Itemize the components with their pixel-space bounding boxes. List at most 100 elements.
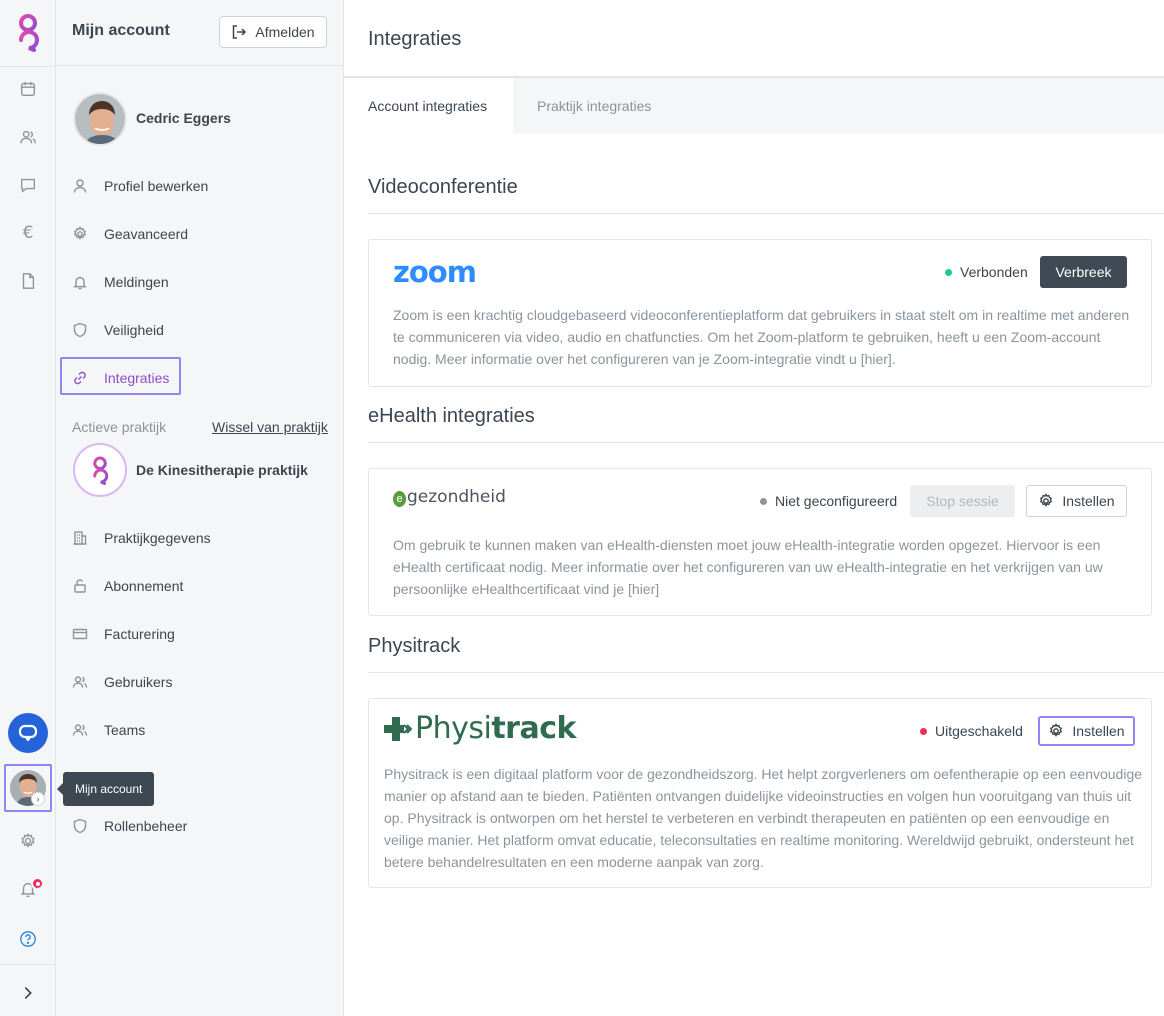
tab-label: Praktijk integraties (537, 98, 652, 114)
nav-teams[interactable]: Teams (72, 718, 145, 742)
stop-session-button[interactable]: Stop sessie (910, 485, 1015, 517)
tab-bar: Account integraties Praktijk integraties (344, 78, 1164, 134)
nav-profiel-bewerken[interactable]: Profiel bewerken (72, 174, 208, 198)
practice-logo-icon (73, 443, 127, 497)
egezondheid-settings-button[interactable]: Instellen (1026, 485, 1127, 517)
physitrack-card: Physi track Uitgeschakeld Instellen Phys… (368, 698, 1152, 888)
nav-praktijkgegevens[interactable]: Praktijkgegevens (72, 526, 211, 550)
nav-label: Profiel bewerken (104, 178, 209, 194)
messages-icon[interactable] (18, 175, 38, 195)
zoom-description: Zoom is een krachtig cloudgebaseerd vide… (393, 307, 1130, 367)
zoom-status: Verbonden (945, 262, 1028, 282)
status-dot (760, 497, 767, 505)
rail-divider (0, 66, 56, 67)
egezondheid-logo-e: e (393, 491, 406, 507)
section-title-ehealth: eHealth integraties (368, 405, 535, 427)
nav-meldingen[interactable]: Meldingen (72, 270, 169, 294)
logout-icon (233, 25, 247, 39)
egezondheid-logo-text: gezondheid (407, 487, 506, 507)
app-logo-icon[interactable] (12, 12, 44, 52)
physitrack-description: Physitrack is een digitaal platform voor… (384, 766, 1143, 870)
practice-name: De Kinesitherapie praktijk (136, 462, 308, 478)
sidebar-header: Mijn account Afmelden (56, 0, 344, 66)
main-content: Integraties Account integraties Praktijk… (344, 0, 1164, 1016)
bell-icon (72, 274, 88, 290)
status-dot (920, 727, 927, 735)
nav-rollenbeheer[interactable]: Rollenbeheer (72, 814, 187, 838)
rail-divider (0, 964, 56, 965)
nav-label: Rollenbeheer (104, 818, 188, 834)
physitrack-settings-button[interactable]: Instellen (1038, 716, 1135, 746)
physitrack-logo-part1: Physi (415, 711, 492, 746)
notification-badge (31, 877, 44, 890)
tab-account-integraties[interactable]: Account integraties (344, 78, 513, 134)
gear-icon (1040, 493, 1053, 507)
physitrack-status-label: Uitgeschakeld (935, 723, 1023, 739)
user-icon (72, 178, 88, 194)
gear-icon (1050, 723, 1063, 737)
egezondheid-description: Om gebruik te kunnen maken van eHealth-d… (393, 537, 1103, 597)
calendar-icon[interactable] (18, 79, 38, 99)
physitrack-status: Uitgeschakeld (920, 721, 1023, 741)
logout-button[interactable]: Afmelden (219, 16, 327, 48)
tab-praktijk-integraties[interactable]: Praktijk integraties (513, 78, 675, 134)
expand-chevron-icon[interactable] (18, 983, 38, 1003)
disconnect-button[interactable]: Verbreek (1040, 256, 1127, 288)
profile-avatar[interactable] (73, 92, 127, 146)
egezondheid-logo: e gezondheid (393, 487, 506, 507)
logout-label: Afmelden (255, 24, 315, 40)
nav-abonnement[interactable]: Abonnement (72, 574, 183, 598)
nav-facturering[interactable]: Facturering (72, 622, 175, 646)
zoom-logo: zoom (393, 255, 477, 289)
settings-label: Instellen (1072, 723, 1125, 739)
active-practice-label: Actieve praktijk (72, 419, 167, 435)
settings-label: Instellen (1062, 493, 1115, 509)
zoom-status-label: Verbonden (960, 264, 1028, 280)
help-icon[interactable] (18, 929, 38, 949)
nav-label: Praktijkgegevens (104, 530, 211, 546)
icon-rail: € › (0, 0, 56, 1016)
nav-label: Teams (104, 722, 146, 738)
physitrack-cross-icon (384, 717, 412, 741)
section-divider (368, 213, 1164, 214)
tooltip: Mijn account (56, 772, 155, 806)
settings-gear-icon[interactable] (18, 831, 38, 851)
nav-label: Veiligheid (104, 322, 164, 338)
egezondheid-card: e gezondheid Niet geconfigureerd Stop se… (368, 468, 1152, 616)
nav-geavanceerd[interactable]: Geavanceerd (72, 222, 188, 246)
chat-button[interactable] (8, 713, 48, 753)
egezondheid-status: Niet geconfigureerd (760, 491, 897, 511)
nav-label: Meldingen (104, 274, 169, 290)
nav-gebruikers[interactable]: Gebruikers (72, 670, 172, 694)
status-dot (945, 268, 952, 276)
sidebar-title: Mijn account (72, 22, 170, 39)
document-icon[interactable] (18, 271, 38, 291)
euro-icon[interactable]: € (18, 223, 38, 243)
nav-integraties[interactable]: Integraties (72, 366, 169, 390)
stop-session-label: Stop sessie (926, 493, 999, 509)
account-sidebar: Mijn account Afmelden Cedric Eggers Prof… (56, 0, 344, 1016)
section-title-videoconferentie: Videoconferentie (368, 176, 518, 198)
shield-icon (72, 322, 88, 338)
zoom-card: zoom Verbonden Verbreek Zoom is een krac… (368, 239, 1152, 387)
tab-label: Account integraties (368, 98, 488, 114)
nav-label: Geavanceerd (104, 226, 189, 242)
gear-icon (72, 226, 88, 242)
disconnect-label: Verbreek (1055, 264, 1112, 280)
account-avatar-button[interactable]: › (4, 764, 52, 812)
credit-card-icon (72, 626, 88, 642)
nav-label: Abonnement (104, 578, 184, 594)
building-icon (72, 530, 88, 546)
patients-icon[interactable] (18, 127, 38, 147)
profile-name: Cedric Eggers (136, 110, 231, 126)
main-header: Integraties (344, 0, 1164, 78)
lock-icon (72, 578, 88, 594)
zoom-logo-text: zoom (393, 255, 477, 289)
switch-practice-link[interactable]: Wissel van praktijk (212, 419, 328, 435)
nav-veiligheid[interactable]: Veiligheid (72, 318, 164, 342)
physitrack-logo-part2: track (491, 711, 576, 746)
users-icon (72, 674, 88, 690)
shield-icon (72, 818, 88, 834)
section-title-physitrack: Physitrack (368, 635, 461, 657)
users-icon (72, 722, 88, 738)
